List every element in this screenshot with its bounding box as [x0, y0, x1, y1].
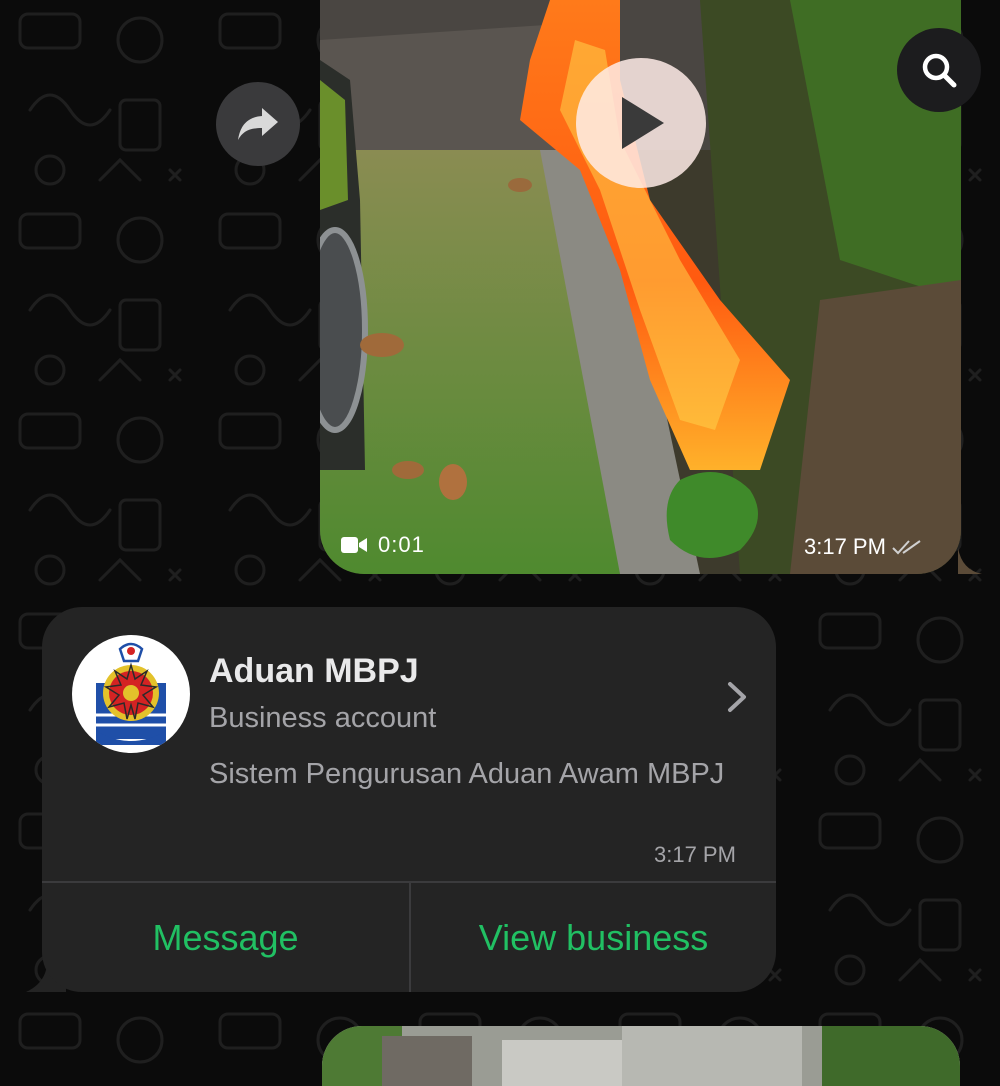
- video-duration: 0:01: [378, 532, 425, 557]
- video-duration-label: 0:01: [340, 528, 425, 562]
- chevron-right-icon[interactable]: [722, 680, 752, 714]
- play-icon: [622, 97, 664, 149]
- card-timestamp: 3:17 PM: [654, 842, 736, 867]
- forward-arrow-icon: [238, 108, 278, 140]
- business-description: Sistem Pengurusan Aduan Awam MBPJ: [209, 758, 725, 790]
- next-image-thumbnail: [322, 1026, 960, 1086]
- next-image-message[interactable]: [322, 1026, 960, 1086]
- video-time-text: 3:17 PM: [804, 534, 886, 559]
- mbpj-logo-image: [96, 642, 166, 745]
- business-avatar[interactable]: [72, 635, 190, 753]
- double-check-icon: [892, 540, 921, 555]
- play-button[interactable]: [576, 58, 706, 188]
- video-timestamp: 3:17 PM: [804, 530, 922, 564]
- video-bubble-tail: [958, 548, 982, 574]
- business-name: Aduan MBPJ: [209, 652, 419, 690]
- video-camera-icon: [341, 537, 367, 553]
- message-button[interactable]: Message: [42, 883, 409, 992]
- business-account-label: Business account: [209, 702, 437, 734]
- search-icon: [922, 53, 957, 88]
- view-business-button[interactable]: View business: [411, 883, 776, 992]
- forward-button[interactable]: [216, 82, 300, 166]
- search-in-media-button[interactable]: [897, 28, 981, 112]
